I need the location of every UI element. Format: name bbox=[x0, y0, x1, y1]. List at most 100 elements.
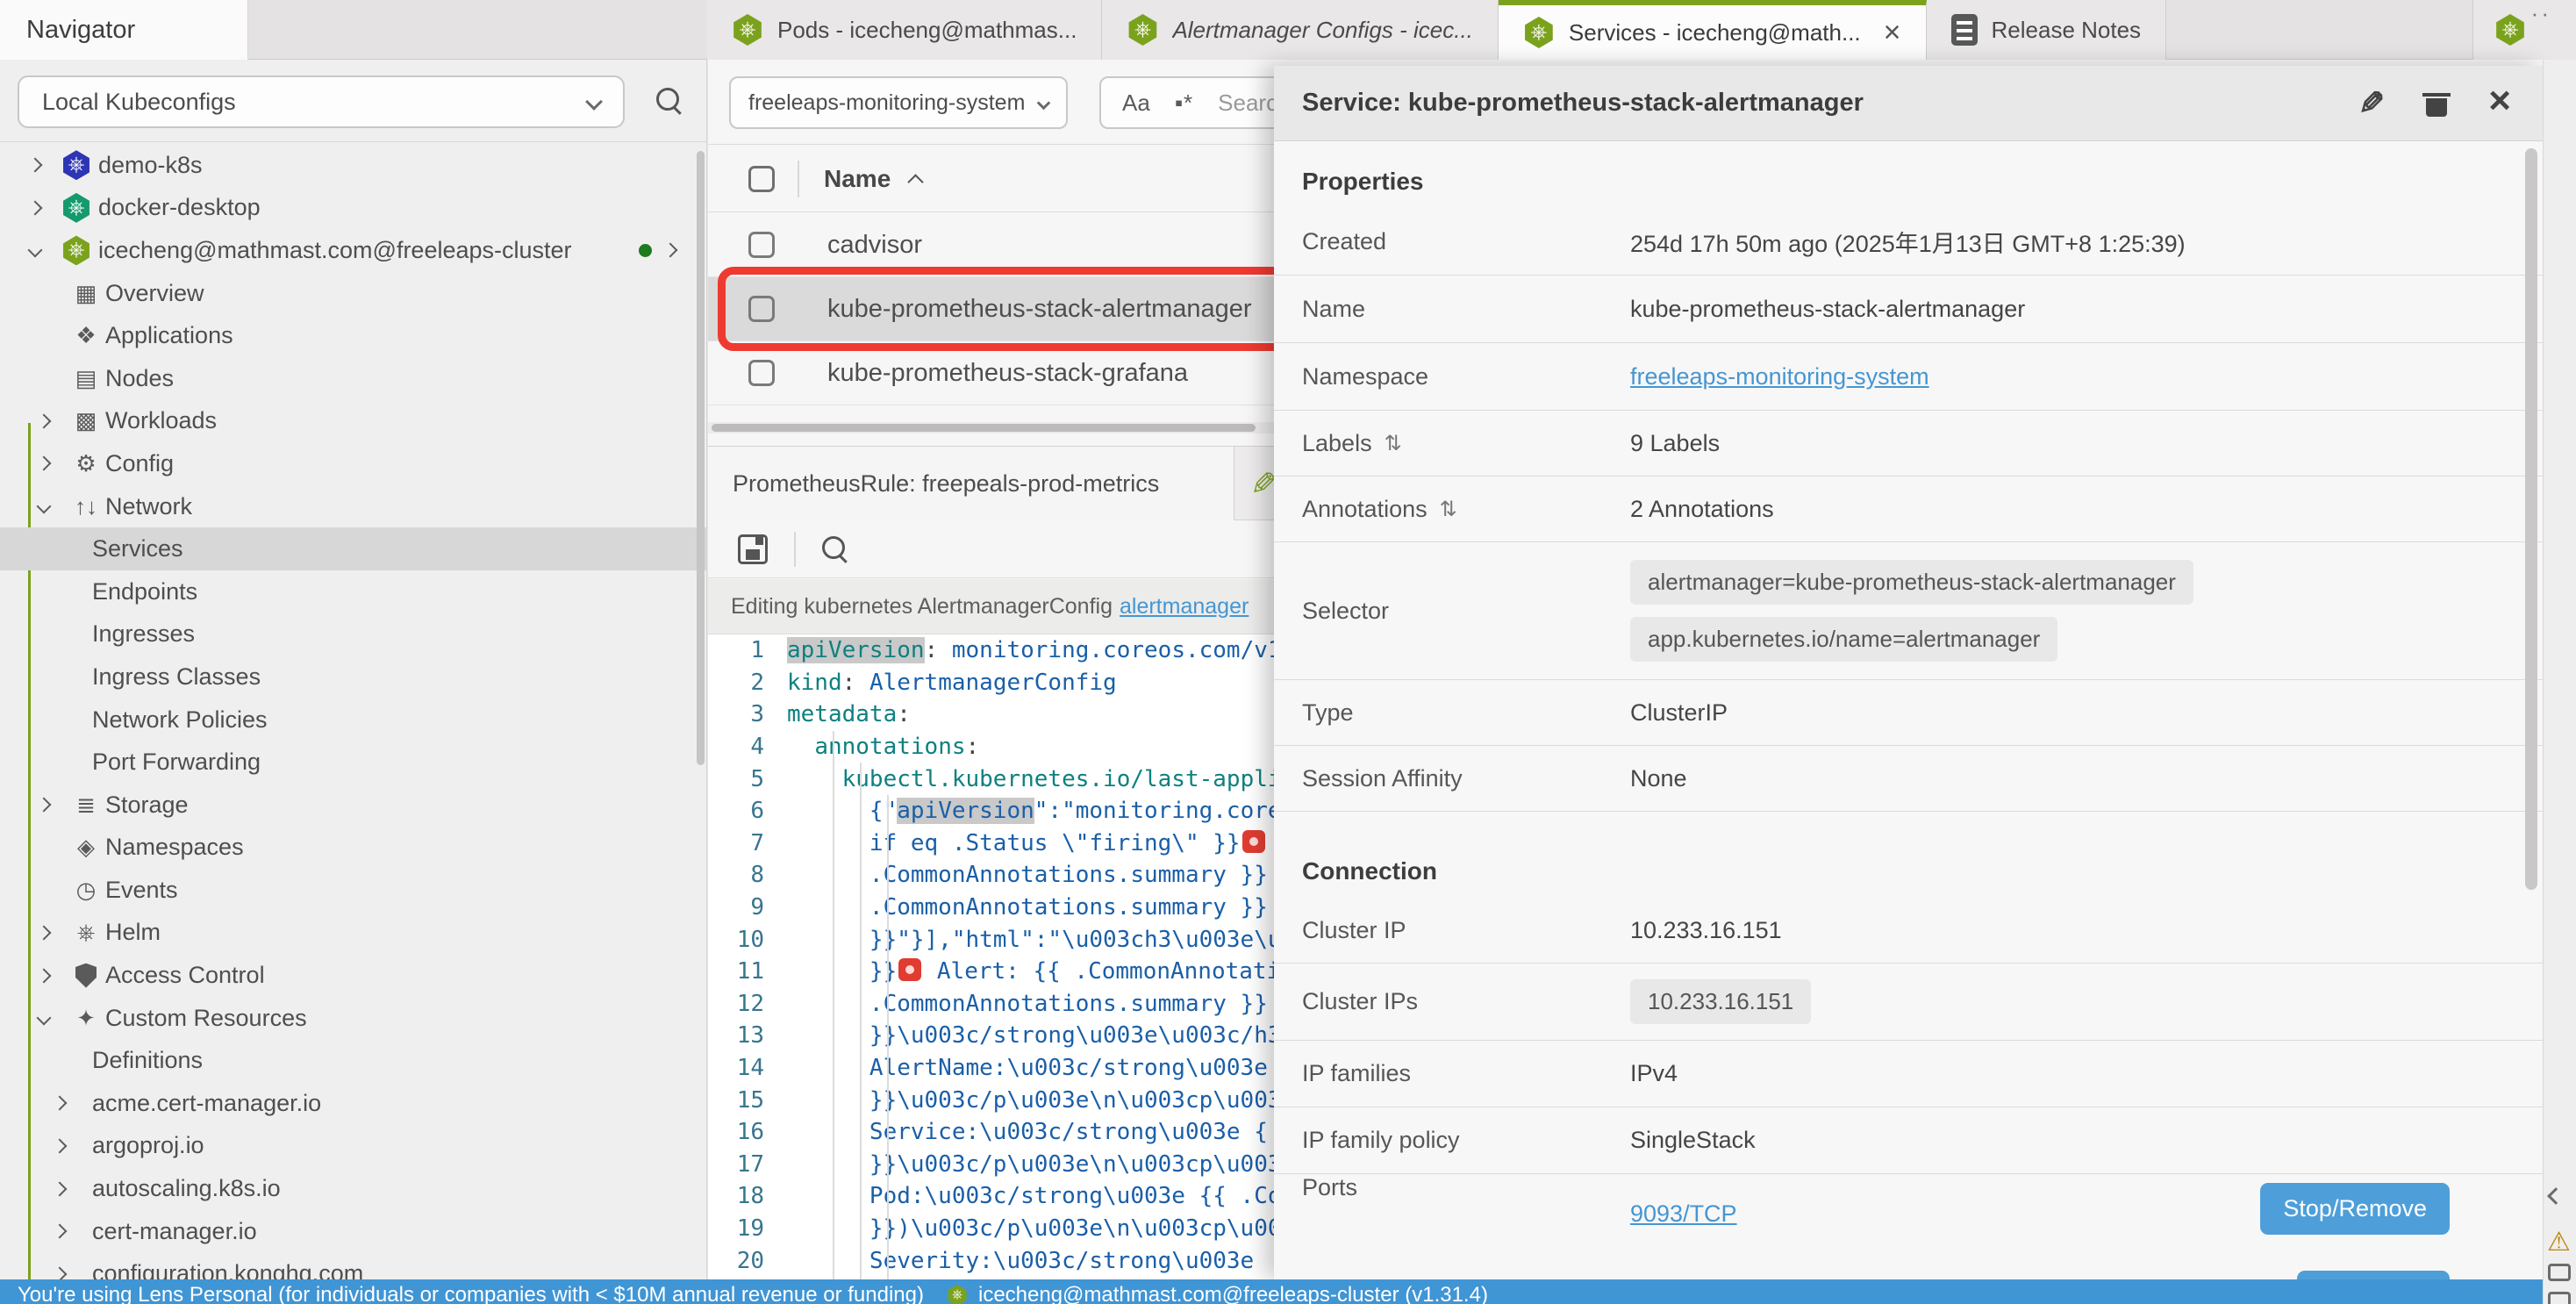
detail-value-link[interactable]: freeleaps-monitoring-system bbox=[1630, 363, 1929, 390]
chevron-right-icon[interactable] bbox=[37, 456, 52, 471]
chevron-right-icon[interactable] bbox=[37, 798, 52, 813]
sidebar-item-network[interactable]: ↑↓Network bbox=[0, 485, 707, 528]
name-column-header[interactable]: Name bbox=[824, 165, 921, 193]
sidebar-item-port-forwarding[interactable]: Port Forwarding bbox=[0, 741, 707, 784]
tab-strip: ⎈Pods - icecheng@mathmas...⎈Alertmanager… bbox=[707, 0, 2166, 60]
kubeconfig-selector[interactable]: Local Kubeconfigs bbox=[18, 75, 625, 128]
chevron-right-icon[interactable] bbox=[53, 1181, 68, 1196]
tab-bar: Navigator ⎈Pods - icecheng@mathmas...⎈Al… bbox=[0, 0, 2576, 60]
sidebar-item-events[interactable]: ◷Events bbox=[0, 869, 707, 912]
sidebar-item-icecheng-mathmast-com-freeleaps-cluster[interactable]: ⎈icecheng@mathmast.com@freeleaps-cluster bbox=[0, 229, 707, 272]
edit-pencil-icon[interactable]: ✎ bbox=[1250, 466, 1277, 503]
chevron-right-icon[interactable] bbox=[53, 1266, 68, 1279]
chevron-right-icon[interactable] bbox=[37, 968, 52, 983]
port-action-button-forward[interactable]: Forward... bbox=[2297, 1271, 2450, 1279]
edit-pencil-icon[interactable]: ✎ bbox=[2358, 88, 2385, 119]
chevron-right-icon[interactable] bbox=[28, 158, 43, 173]
sidebar-item-namespaces[interactable]: ◈Namespaces bbox=[0, 827, 707, 870]
sidebar-item-acme-cert-manager-io[interactable]: acme.cert-manager.io bbox=[0, 1082, 707, 1125]
sidebar-item-custom-resources[interactable]: ✦Custom Resources bbox=[0, 997, 707, 1040]
chevron-down-icon[interactable] bbox=[37, 499, 52, 514]
sidebar-item-endpoints[interactable]: Endpoints bbox=[0, 570, 707, 613]
regex-toggle[interactable]: ▪* bbox=[1175, 90, 1193, 117]
editor-line: 14 AlertName:\u003c/strong\u003e bbox=[708, 1052, 1274, 1085]
sidebar-item-config[interactable]: ⚙Config bbox=[0, 442, 707, 485]
sidebar-item-network-policies[interactable]: Network Policies bbox=[0, 699, 707, 742]
sidebar-item-label: Custom Resources bbox=[105, 1005, 307, 1032]
drawer-scrollbar[interactable] bbox=[2525, 148, 2537, 890]
row-checkbox[interactable] bbox=[748, 296, 775, 322]
sidebar-item-autoscaling-k8s-io[interactable]: autoscaling.k8s.io bbox=[0, 1167, 707, 1210]
close-icon[interactable]: × bbox=[1884, 18, 1901, 47]
sidebar-item-definitions[interactable]: Definitions bbox=[0, 1039, 707, 1082]
warning-icon[interactable]: ⚠ bbox=[2547, 1227, 2571, 1257]
chevron-down-icon[interactable] bbox=[28, 243, 43, 258]
sidebar-item-demo-k8s[interactable]: ⎈demo-k8s bbox=[0, 144, 707, 187]
row-checkbox[interactable] bbox=[748, 360, 775, 386]
service-name: kube-prometheus-stack-grafana bbox=[827, 359, 1188, 388]
match-case-toggle[interactable]: Aa bbox=[1122, 90, 1150, 117]
chevron-right-icon[interactable] bbox=[28, 200, 43, 215]
tab-partial[interactable]: ⎈ bbox=[2472, 0, 2576, 60]
kubeconfig-row: Local Kubeconfigs bbox=[0, 60, 707, 142]
yaml-editor[interactable]: 1apiVersion: monitoring.coreos.com/v12ki… bbox=[708, 634, 1274, 1279]
tab-alertmanager-configs-icec[interactable]: ⎈Alertmanager Configs - icec... bbox=[1102, 0, 1498, 60]
cluster-status[interactable]: ⎈ icecheng@mathmast.com@freeleaps-cluste… bbox=[947, 1283, 1488, 1304]
editor-line: 7 if eq .Status \"firing\" }} bbox=[708, 828, 1274, 860]
detail-label: Ports bbox=[1274, 1174, 1630, 1201]
port-action-button-stop-remove[interactable]: Stop/Remove bbox=[2260, 1183, 2450, 1235]
notification-box-icon[interactable] bbox=[2548, 1264, 2571, 1281]
sidebar-item-workloads[interactable]: ▩Workloads bbox=[0, 400, 707, 443]
tab-services-icecheng-math[interactable]: ⎈Services - icecheng@math...× bbox=[1499, 0, 1927, 60]
namespace-selector[interactable]: freeleaps-monitoring-system bbox=[729, 76, 1068, 129]
collapse-chevron-icon[interactable] bbox=[2547, 1187, 2565, 1205]
chevron-right-icon[interactable] bbox=[53, 1138, 68, 1153]
sidebar-item-docker-desktop[interactable]: ⎈docker-desktop bbox=[0, 187, 707, 230]
sidebar-item-overview[interactable]: ▦Overview bbox=[0, 272, 707, 315]
dock-tab-prometheusrule[interactable]: PrometheusRule: freepeals-prod-metrics bbox=[708, 447, 1234, 520]
line-number: 17 bbox=[708, 1151, 787, 1178]
sidebar-item-label: Services bbox=[92, 535, 183, 562]
sidebar-item-ingresses[interactable]: Ingresses bbox=[0, 613, 707, 656]
port-link[interactable]: 9093/TCP bbox=[1630, 1200, 1737, 1228]
sidebar-item-nodes[interactable]: ▤Nodes bbox=[0, 357, 707, 400]
horizontal-scrollbar[interactable] bbox=[708, 422, 1274, 433]
detail-label: IP family policy bbox=[1274, 1127, 1630, 1154]
row-checkbox[interactable] bbox=[748, 232, 775, 258]
notification-box-icon[interactable] bbox=[2548, 1292, 2571, 1304]
detail-row-labels: Labels⇅9 Labels bbox=[1274, 411, 2543, 476]
sidebar-item-services[interactable]: Services bbox=[0, 527, 707, 570]
close-icon[interactable]: × bbox=[2488, 82, 2511, 120]
sidebar-item-argoproj-io[interactable]: argoproj.io bbox=[0, 1125, 707, 1168]
sidebar-item-configuration-konghq-com[interactable]: configuration.konghq.com bbox=[0, 1252, 707, 1279]
chevron-down-icon[interactable] bbox=[37, 1011, 52, 1026]
sort-toggle-icon[interactable]: ⇅ bbox=[1440, 497, 1457, 522]
delete-trash-icon[interactable] bbox=[2425, 90, 2448, 117]
line-number: 2 bbox=[708, 670, 787, 696]
sidebar-item-storage[interactable]: ≣Storage bbox=[0, 784, 707, 827]
chevron-right-icon[interactable] bbox=[53, 1096, 68, 1111]
sidebar-item-cert-manager-io[interactable]: cert-manager.io bbox=[0, 1210, 707, 1253]
select-all-checkbox[interactable] bbox=[748, 166, 775, 192]
detail-row-name: Namekube-prometheus-stack-alertmanager bbox=[1274, 276, 2543, 343]
sidebar-scrollbar[interactable] bbox=[697, 151, 705, 765]
chevron-right-icon[interactable] bbox=[663, 243, 678, 258]
service-name: cadvisor bbox=[827, 231, 922, 260]
chevron-right-icon[interactable] bbox=[37, 413, 52, 428]
sort-toggle-icon[interactable]: ⇅ bbox=[1385, 431, 1402, 456]
sidebar-item-applications[interactable]: ❖Applications bbox=[0, 314, 707, 357]
save-icon[interactable] bbox=[738, 534, 768, 564]
sidebar-item-helm[interactable]: ⎈Helm bbox=[0, 912, 707, 955]
chevron-right-icon[interactable] bbox=[53, 1224, 68, 1239]
detail-row-ports: Ports9093/TCPStop/Remove8080:reloader-we… bbox=[1274, 1174, 2543, 1279]
tab-pods-icecheng-mathmas[interactable]: ⎈Pods - icecheng@mathmas... bbox=[707, 0, 1102, 60]
sidebar-item-ingress-classes[interactable]: Ingress Classes bbox=[0, 656, 707, 699]
sidebar-item-access-control[interactable]: Access Control bbox=[0, 954, 707, 997]
editor-search-icon[interactable] bbox=[822, 536, 848, 562]
tab-release-notes[interactable]: Release Notes bbox=[1927, 0, 2167, 60]
search-icon[interactable] bbox=[656, 88, 683, 114]
editing-resource-link[interactable]: alertmanager bbox=[1120, 594, 1249, 620]
sidebar-item-label: argoproj.io bbox=[92, 1132, 204, 1159]
chevron-right-icon[interactable] bbox=[37, 925, 52, 940]
horizontal-scrollbar-thumb[interactable] bbox=[712, 424, 1256, 432]
